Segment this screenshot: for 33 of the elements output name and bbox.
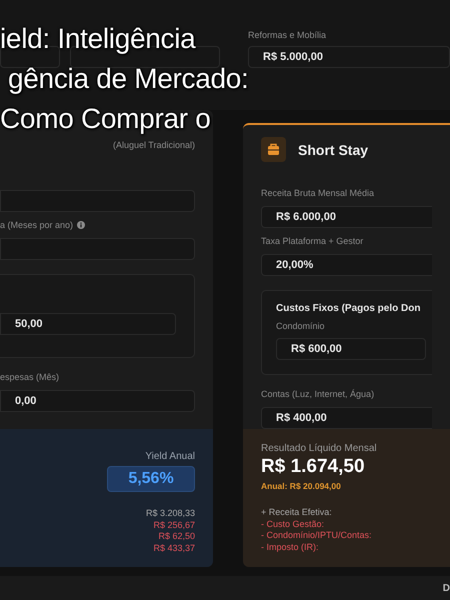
group-title: Custos Fixos (Pagos pelo Don [276, 303, 422, 314]
breakdown-label: - Imposto (IR): [261, 542, 320, 553]
field-label: Taxa Plataforma + Gestor [261, 236, 364, 246]
input-field[interactable]: R$ 400,00 [261, 407, 432, 429]
field-label: Contas (Luz, Internet, Água) [261, 389, 376, 399]
breakdown-value: R$ 3.208,33 [146, 508, 195, 520]
input-field[interactable]: 0,00 [0, 390, 195, 412]
info-icon [77, 221, 86, 229]
field-label: espesas (Mês) [0, 372, 60, 382]
result-value: R$ 1.674,50 [261, 456, 366, 478]
yield-label: Yield Anual [145, 451, 195, 462]
field-label: Receita Bruta Mensal Média [261, 188, 376, 198]
input-field[interactable]: R$ 6.000,00 [261, 206, 432, 228]
field-label: Condomínio [276, 321, 326, 331]
breakdown-value: R$ 62,50 [158, 531, 195, 542]
input-field[interactable]: 50,00 [0, 313, 176, 335]
result-label: Resultado Líquido Mensal [261, 443, 378, 454]
status-text: D [442, 582, 450, 594]
field-label: Reformas e Mobília [248, 30, 328, 40]
input-field[interactable]: R$ 600,00 [276, 338, 426, 360]
card-title: Short Stay [298, 142, 368, 158]
breakdown-label: - Condomínio/IPTU/Contas: [261, 530, 373, 542]
breakdown-label: + Receita Efetiva: [261, 507, 333, 518]
card-subtitle: (Aluguel Tradicional) [112, 140, 195, 150]
yield-badge: 5,56% [107, 466, 195, 492]
briefcase-icon [261, 137, 286, 162]
input-field[interactable]: R$ 5.000,00 [248, 46, 450, 68]
breakdown-label: - Custo Gestão: [261, 518, 326, 530]
field-label: a (Meses por ano) [0, 220, 74, 230]
breakdown-value: R$ 256,67 [153, 520, 195, 531]
breakdown-value: R$ 433,37 [153, 542, 195, 554]
input-field[interactable]: 20,00% [261, 254, 432, 276]
annual-value: Anual: R$ 20.094,00 [261, 481, 342, 491]
